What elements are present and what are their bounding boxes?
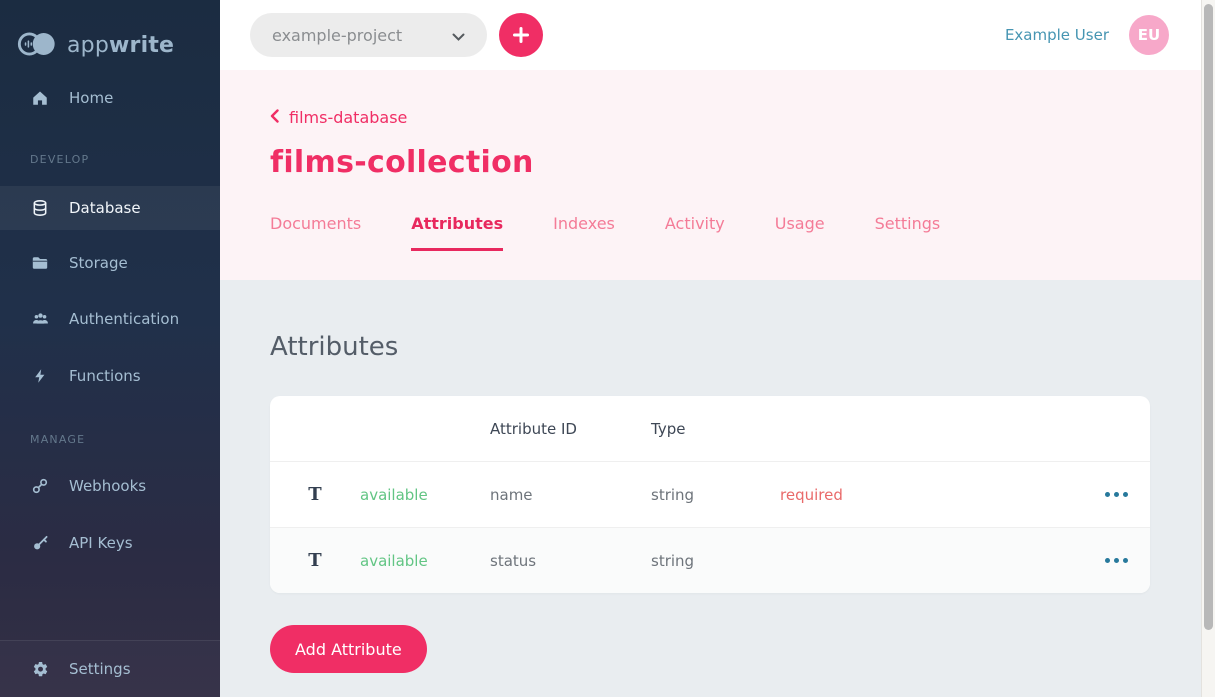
breadcrumb-label: films-database <box>289 108 407 127</box>
chevron-left-icon <box>270 108 279 127</box>
users-icon <box>30 309 50 329</box>
lightning-icon <box>30 366 50 386</box>
table-row: T available name string required <box>270 461 1150 527</box>
sidebar-item-label: API Keys <box>69 534 133 552</box>
topbar: example-project Example User EU <box>220 0 1201 70</box>
sidebar-section-manage: MANAGE <box>0 433 220 446</box>
table-row: T available status string <box>270 527 1150 593</box>
sidebar-section-develop: DEVELOP <box>0 153 220 166</box>
status-badge: available <box>360 486 490 504</box>
key-icon <box>30 533 50 553</box>
appwrite-logo-icon <box>16 29 58 63</box>
sidebar-item-label: Webhooks <box>69 477 146 495</box>
link-icon <box>30 476 50 496</box>
home-icon <box>30 88 50 108</box>
project-selector-value: example-project <box>272 26 402 45</box>
cell-type: string <box>651 486 780 504</box>
cell-attribute-id: status <box>490 552 651 570</box>
scrollbar-thumb[interactable] <box>1204 4 1213 630</box>
sidebar-item-label: Functions <box>69 367 141 385</box>
topbar-right: Example User EU <box>1005 15 1169 55</box>
breadcrumb[interactable]: films-database <box>270 70 407 127</box>
column-header-attribute-id: Attribute ID <box>490 420 651 438</box>
page-title: films-collection <box>270 145 1201 180</box>
text-attribute-icon: T <box>270 484 360 505</box>
project-selector[interactable]: example-project <box>250 13 487 57</box>
scrollbar-track[interactable] <box>1201 0 1215 697</box>
sidebar-item-home[interactable]: Home <box>0 78 220 118</box>
sidebar-item-webhooks[interactable]: Webhooks <box>0 466 220 506</box>
required-flag: required <box>780 486 1072 504</box>
attributes-table: Attribute ID Type T available name strin… <box>270 396 1150 593</box>
status-badge: available <box>360 552 490 570</box>
ellipsis-menu-icon[interactable] <box>1072 492 1150 497</box>
sidebar-item-label: Authentication <box>69 310 179 328</box>
tab-documents[interactable]: Documents <box>270 214 361 251</box>
tab-activity[interactable]: Activity <box>665 214 725 251</box>
sidebar: appwrite Home DEVELOP Database Storage <box>0 0 220 697</box>
sidebar-item-storage[interactable]: Storage <box>0 243 220 283</box>
avatar[interactable]: EU <box>1129 15 1169 55</box>
folder-icon <box>30 253 50 273</box>
column-header-type: Type <box>651 420 780 438</box>
sidebar-item-label: Settings <box>69 660 131 678</box>
gear-icon <box>30 659 50 679</box>
page-header: films-database films-collection Document… <box>220 70 1201 280</box>
sidebar-item-label: Database <box>69 199 141 217</box>
content-area: Attributes Attribute ID Type T available… <box>220 332 1201 673</box>
table-header-row: Attribute ID Type <box>270 396 1150 461</box>
sidebar-item-authentication[interactable]: Authentication <box>0 299 220 339</box>
database-icon <box>30 198 50 218</box>
sidebar-item-database[interactable]: Database <box>0 186 220 230</box>
chevron-down-icon <box>452 26 465 45</box>
main-area: example-project Example User EU films-da… <box>220 0 1201 697</box>
appwrite-logo[interactable]: appwrite <box>0 0 220 70</box>
cell-type: string <box>651 552 780 570</box>
tab-settings[interactable]: Settings <box>875 214 941 251</box>
sidebar-item-functions[interactable]: Functions <box>0 356 220 396</box>
sidebar-item-label: Home <box>69 89 113 107</box>
appwrite-logo-text: appwrite <box>67 33 174 58</box>
ellipsis-menu-icon[interactable] <box>1072 558 1150 563</box>
sidebar-footer: Settings <box>0 640 220 697</box>
sidebar-item-settings[interactable]: Settings <box>0 649 220 689</box>
sidebar-item-label: Storage <box>69 254 128 272</box>
user-name-link[interactable]: Example User <box>1005 26 1109 44</box>
text-attribute-icon: T <box>270 550 360 571</box>
section-heading: Attributes <box>270 332 1150 362</box>
sidebar-item-api-keys[interactable]: API Keys <box>0 523 220 563</box>
cell-attribute-id: name <box>490 486 651 504</box>
tab-indexes[interactable]: Indexes <box>553 214 615 251</box>
tab-bar: Documents Attributes Indexes Activity Us… <box>270 214 1201 251</box>
tab-usage[interactable]: Usage <box>775 214 825 251</box>
tab-attributes[interactable]: Attributes <box>411 214 503 251</box>
add-attribute-button[interactable]: Add Attribute <box>270 625 427 673</box>
add-project-button[interactable] <box>499 13 543 57</box>
